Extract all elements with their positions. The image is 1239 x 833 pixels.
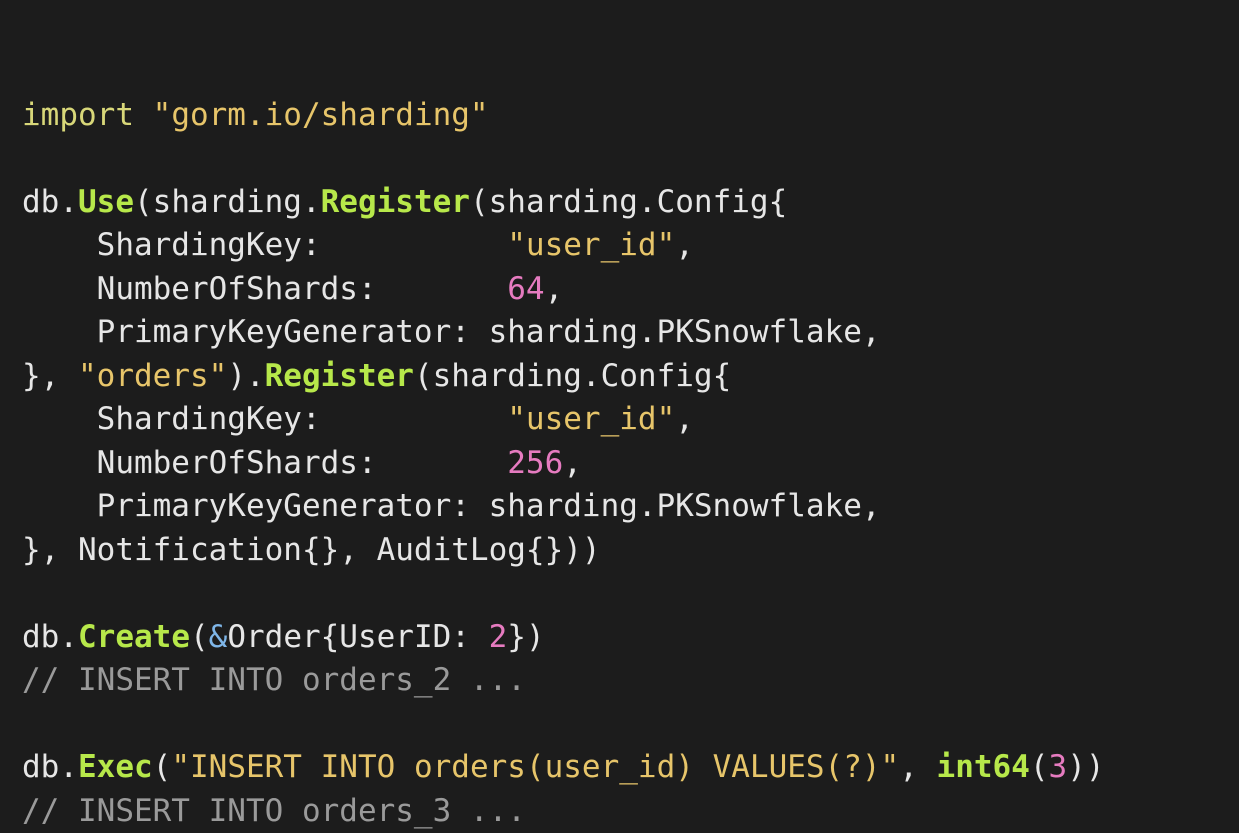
code-token: ( (190, 619, 209, 655)
code-token: db. (22, 749, 78, 785)
blank-line: ​ (22, 572, 1222, 616)
code-token: )) (1067, 749, 1104, 785)
code-line: NumberOfShards: 256, (22, 442, 1222, 486)
code-line: NumberOfShards: 64, (22, 268, 1222, 312)
code-slide: { "code": { "lines": [ [], [{"t":"import… (0, 0, 1239, 816)
code-token: }, Notification{}, AuditLog{})) (22, 532, 601, 568)
code-line: }, Notification{}, AuditLog{})) (22, 529, 1222, 573)
code-token: }, (22, 358, 78, 394)
code-line: PrimaryKeyGenerator: sharding.PKSnowflak… (22, 485, 1222, 529)
operator-token: & (209, 619, 228, 655)
code-token: PrimaryKeyGenerator: sharding.PKSnowflak… (22, 314, 881, 350)
code-line: ShardingKey: "user_id", (22, 398, 1222, 442)
code-block: ​import "gorm.io/sharding"​db.Use(shardi… (22, 50, 1222, 833)
code-token: ( (153, 749, 172, 785)
keyword-token: import (22, 97, 134, 133)
code-token: NumberOfShards: (22, 445, 507, 481)
code-token: (sharding. (134, 184, 321, 220)
code-token: (sharding.Config{ (414, 358, 731, 394)
string-token: "orders" (78, 358, 227, 394)
blank-line: ​ (22, 50, 1222, 94)
code-line: ShardingKey: "user_id", (22, 224, 1222, 268)
blank-line: ​ (22, 703, 1222, 747)
function-token: Register (321, 184, 470, 220)
code-line: // INSERT INTO orders_2 ... (22, 659, 1222, 703)
code-line: db.Use(sharding.Register(sharding.Config… (22, 181, 1222, 225)
function-token: Exec (78, 749, 153, 785)
function-token: int64 (937, 749, 1030, 785)
code-token: Order{UserID: (227, 619, 488, 655)
string-token: "user_id" (507, 401, 675, 437)
function-token: Use (78, 184, 134, 220)
code-token: , (675, 401, 694, 437)
code-token: , (675, 227, 694, 263)
code-token: db. (22, 184, 78, 220)
code-line: db.Exec("INSERT INTO orders(user_id) VAL… (22, 746, 1222, 790)
string-token: "user_id" (507, 227, 675, 263)
code-line: import "gorm.io/sharding" (22, 94, 1222, 138)
function-token: Create (78, 619, 190, 655)
number-token: 64 (507, 271, 544, 307)
code-token: ShardingKey: (22, 227, 507, 263)
string-token: "gorm.io/sharding" (153, 97, 489, 133)
code-token: , (563, 445, 582, 481)
code-line: // INSERT INTO orders_3 ... (22, 790, 1222, 833)
code-line: db.Create(&Order{UserID: 2}) (22, 616, 1222, 660)
code-token: NumberOfShards: (22, 271, 507, 307)
code-token: ( (1030, 749, 1049, 785)
code-token: (sharding.Config{ (470, 184, 787, 220)
code-token: PrimaryKeyGenerator: sharding.PKSnowflak… (22, 488, 881, 524)
number-token: 256 (507, 445, 563, 481)
string-token: "INSERT INTO orders(user_id) VALUES(?)" (171, 749, 899, 785)
number-token: 2 (489, 619, 508, 655)
code-line: PrimaryKeyGenerator: sharding.PKSnowflak… (22, 311, 1222, 355)
code-token (134, 97, 153, 133)
blank-line: ​ (22, 137, 1222, 181)
comment-token: // INSERT INTO orders_3 ... (22, 793, 526, 829)
code-token: ). (227, 358, 264, 394)
code-token: , (899, 749, 936, 785)
code-token: , (545, 271, 564, 307)
code-token: db. (22, 619, 78, 655)
code-token: }) (507, 619, 544, 655)
number-token: 3 (1049, 749, 1068, 785)
comment-token: // INSERT INTO orders_2 ... (22, 662, 526, 698)
function-token: Register (265, 358, 414, 394)
code-token: ShardingKey: (22, 401, 507, 437)
code-line: }, "orders").Register(sharding.Config{ (22, 355, 1222, 399)
